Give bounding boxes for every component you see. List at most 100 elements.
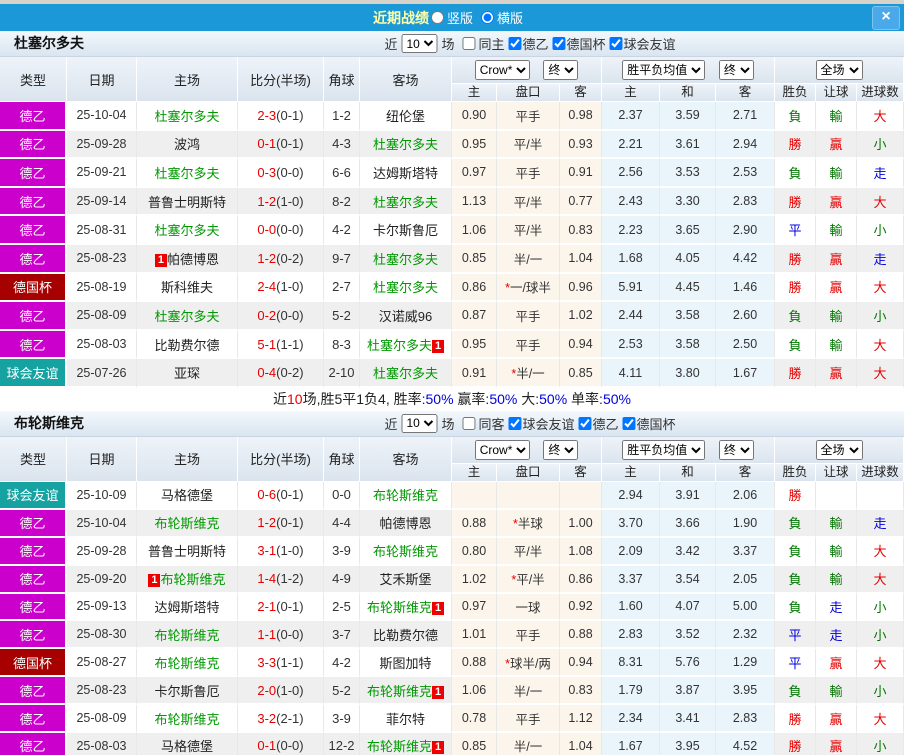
home-team-name[interactable]: 帕德博恩 [167,252,219,267]
away-team-name[interactable]: 杜塞尔多夫 [373,252,438,267]
avg-away: 2.06 [716,482,775,510]
handicap: 平手 [497,159,560,188]
match-date: 25-10-04 [67,510,137,538]
away-team-name[interactable]: 杜塞尔多夫 [373,195,438,210]
horizontal-layout-radio[interactable] [481,11,494,24]
avg-odds-select[interactable]: 胜平负均值 [622,440,705,460]
away-team: 艾禾斯堡 [360,566,452,594]
home-team-name[interactable]: 杜塞尔多夫 [154,109,219,124]
home-team-name[interactable]: 布轮斯维克 [154,628,219,643]
away-team-name[interactable]: 帕德博恩 [379,516,431,531]
home-team: 波鸿 [137,131,238,160]
avg-away: 2.50 [716,331,775,360]
handicap: 半/一 [497,677,560,705]
away-team-name[interactable]: 布轮斯维克 [367,739,432,754]
league-filter[interactable]: 球会友谊 [507,414,575,433]
home-team-name[interactable]: 斯科维夫 [161,280,213,295]
home-team-name[interactable]: 达姆斯塔特 [154,600,219,615]
odds-source-select[interactable]: Crow* [475,440,530,460]
final-odds-select[interactable]: 终 [543,440,578,460]
games-count-select[interactable]: 10 [401,34,437,53]
home-team-name[interactable]: 杜塞尔多夫 [154,223,219,238]
promotion-badge: 1 [148,574,160,587]
close-button[interactable]: × [872,6,900,30]
home-team-name[interactable]: 杜塞尔多夫 [154,309,219,324]
full-match-select[interactable]: 全场 [816,440,863,460]
away-team-name[interactable]: 比勒费尔德 [373,628,438,643]
home-team-name[interactable]: 卡尔斯鲁厄 [154,684,219,699]
horizontal-layout-option[interactable]: 横版 [481,8,523,27]
result-handicap-result: 輸 [816,331,857,360]
away-team-name[interactable]: 布轮斯维克 [367,600,432,615]
league-filter[interactable]: 球会友谊 [608,34,676,53]
league-filter-checkbox[interactable] [509,37,522,50]
league-filter-checkbox[interactable] [553,37,566,50]
vertical-layout-option[interactable]: 竖版 [431,8,473,27]
same-venue-checkbox[interactable] [462,417,475,430]
changed-handicap-marker: * [511,367,516,381]
away-team-name[interactable]: 汉诺威96 [379,309,432,324]
full-match-select[interactable]: 全场 [816,60,863,80]
away-team-name[interactable]: 达姆斯塔特 [373,166,438,181]
league-filter-checkbox[interactable] [610,37,623,50]
away-team-name[interactable]: 菲尔特 [386,712,425,727]
final-odds-select[interactable]: 终 [719,60,754,80]
league-filter-checkbox[interactable] [579,417,592,430]
away-team-name[interactable]: 杜塞尔多夫 [373,366,438,381]
odds-away: 1.04 [560,245,602,274]
vertical-layout-radio[interactable] [431,11,444,24]
avg-odds-select[interactable]: 胜平负均值 [622,60,705,80]
home-team-name[interactable]: 布轮斯维克 [160,572,225,587]
result-handicap-result: 走 [816,621,857,649]
recent-results-dialog: 近期战绩 竖版 横版 × 杜塞尔多夫 近 10 场 同主 德乙 德国杯 球会友谊 [0,0,904,755]
away-team-name[interactable]: 布轮斯维克 [367,684,432,699]
away-team-name[interactable]: 杜塞尔多夫 [373,280,438,295]
score: 1-2(1-0) [238,188,324,217]
away-team-name[interactable]: 布轮斯维克 [373,488,438,503]
league-badge: 德乙 [0,705,67,733]
home-team-name[interactable]: 杜塞尔多夫 [154,166,219,181]
away-team-name[interactable]: 卡尔斯鲁厄 [373,223,438,238]
away-team: 杜塞尔多夫1 [360,331,452,360]
home-team-name[interactable]: 波鸿 [174,137,200,152]
result-handicap-result: 輸 [816,302,857,331]
league-filter[interactable]: 德乙 [577,414,619,433]
match-date: 25-08-23 [67,677,137,705]
home-team-name[interactable]: 布轮斯维克 [154,656,219,671]
section-header: 布轮斯维克 近 10 场 同客 球会友谊 德乙 德国杯 [0,411,904,437]
final-odds-select[interactable]: 终 [543,60,578,80]
same-venue-checkbox[interactable] [462,37,475,50]
home-team-name[interactable]: 布轮斯维克 [154,516,219,531]
away-team-name[interactable]: 杜塞尔多夫 [367,338,432,353]
home-team-name[interactable]: 普鲁士明斯特 [148,195,226,210]
home-team-name[interactable]: 马格德堡 [161,488,213,503]
result-handicap-result: 贏 [816,131,857,160]
home-team-name[interactable]: 普鲁士明斯特 [148,544,226,559]
away-team-name[interactable]: 艾禾斯堡 [379,572,431,587]
league-filter-checkbox[interactable] [623,417,636,430]
handicap: 平/半 [497,538,560,566]
odds-source-select[interactable]: Crow* [475,60,530,80]
avg-home: 3.37 [602,566,660,594]
avg-draw: 3.41 [660,705,716,733]
odds-away: 0.88 [560,621,602,649]
home-team-name[interactable]: 比勒费尔德 [154,338,219,353]
col-handicap: 盘口 [497,464,560,482]
home-team-name[interactable]: 马格德堡 [161,739,213,754]
games-count-select[interactable]: 10 [401,414,437,433]
away-team-name[interactable]: 布轮斯维克 [373,544,438,559]
result-wdl: 負 [775,331,816,360]
league-filter-checkbox[interactable] [509,417,522,430]
league-filter[interactable]: 德国杯 [551,34,606,53]
away-team-name[interactable]: 斯图加特 [379,656,431,671]
games-suffix-label: 场 [441,414,454,433]
final-odds-select[interactable]: 终 [719,440,754,460]
home-team-name[interactable]: 亚琛 [174,366,200,381]
result-wdl: 勝 [775,705,816,733]
away-team-name[interactable]: 纽伦堡 [386,109,425,124]
league-filter[interactable]: 德国杯 [621,414,676,433]
away-team-name[interactable]: 杜塞尔多夫 [373,137,438,152]
league-filter[interactable]: 德乙 [507,34,549,53]
home-team: 杜塞尔多夫 [137,102,238,131]
home-team-name[interactable]: 布轮斯维克 [154,712,219,727]
